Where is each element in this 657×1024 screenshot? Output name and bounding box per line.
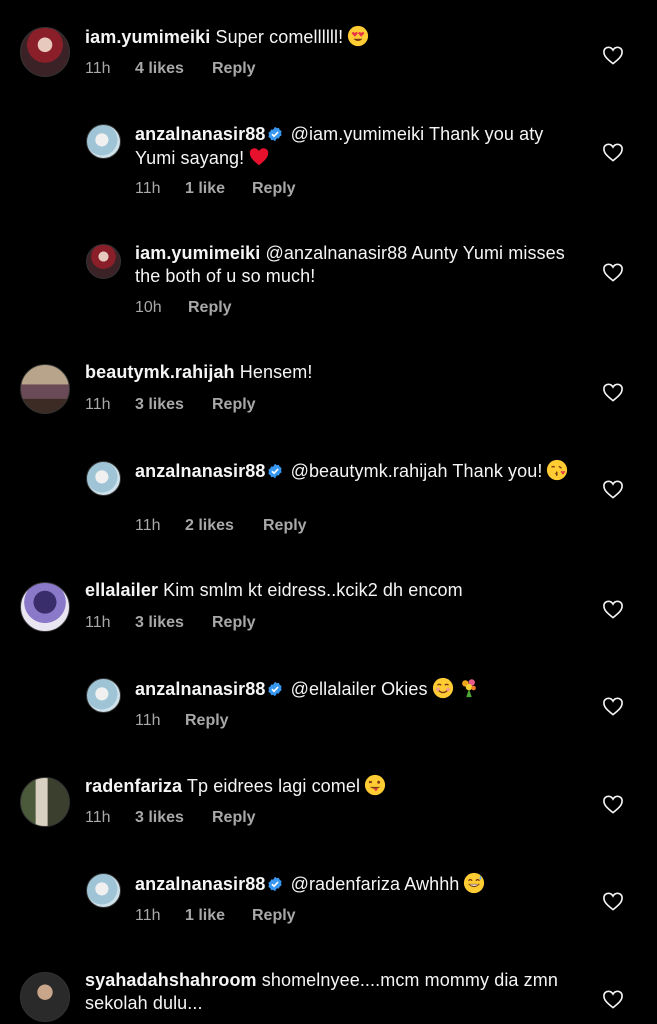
reply-button[interactable]: Reply — [212, 59, 256, 79]
reply-button[interactable]: Reply — [212, 613, 256, 633]
comment-text: anzalnanasir88 @iam.yumimeiki Thank you … — [135, 123, 585, 170]
verified-badge-icon — [268, 681, 283, 697]
avatar[interactable] — [20, 777, 70, 827]
comment-text: beautymk.rahijah Hensem! — [85, 361, 585, 384]
comment-username[interactable]: beautymk.rahijah — [85, 362, 235, 382]
winking-tongue-face-emoji-icon — [365, 774, 386, 796]
like-heart-icon[interactable] — [602, 262, 624, 282]
comment-username[interactable]: anzalnanasir88 — [135, 461, 265, 481]
comment-body: Tp eidrees lagi comel — [186, 776, 361, 796]
comment-username[interactable]: iam.yumimeiki — [85, 27, 210, 47]
comment-username[interactable]: syahadahshahroom — [85, 970, 257, 990]
comment-time: 11h — [135, 712, 161, 729]
comment-username[interactable]: anzalnanasir88 — [135, 874, 265, 894]
like-heart-icon[interactable] — [602, 599, 624, 619]
red-heart-emoji-icon — [250, 148, 269, 166]
likes-count[interactable]: 3 likes — [135, 613, 184, 633]
comment-body: @ellalailer Okies — [290, 679, 428, 699]
comment-body: Hensem! — [239, 362, 313, 382]
like-heart-icon[interactable] — [602, 891, 624, 911]
like-heart-icon[interactable] — [602, 696, 624, 716]
comment-text: anzalnanasir88 @ellalailer Okies — [135, 677, 585, 701]
reply-button[interactable]: Reply — [252, 179, 296, 199]
grinning-sweat-face-emoji-icon — [464, 872, 485, 894]
heart-eyes-emoji-icon — [348, 25, 369, 47]
avatar[interactable] — [20, 582, 70, 632]
comment-body: @beautymk.rahijah Thank you! — [290, 461, 543, 481]
avatar[interactable] — [86, 678, 121, 713]
reply-button[interactable]: Reply — [212, 395, 256, 415]
reply-button[interactable]: Reply — [252, 906, 296, 926]
comment-text: anzalnanasir88 @beautymk.rahijah Thank y… — [135, 459, 585, 483]
likes-count[interactable]: 1 like — [185, 906, 225, 926]
comment-username[interactable]: anzalnanasir88 — [135, 124, 265, 144]
comment-text: syahadahshahroom shomelnyee....mcm mommy… — [85, 969, 585, 1015]
comment-username[interactable]: radenfariza — [85, 776, 182, 796]
comment-time: 11h — [85, 396, 111, 413]
comment-body: @radenfariza Awhhh — [290, 874, 460, 894]
likes-count[interactable]: 3 likes — [135, 808, 184, 828]
comment-time: 10h — [135, 299, 162, 316]
like-heart-icon[interactable] — [602, 794, 624, 814]
like-heart-icon[interactable] — [602, 382, 624, 402]
comment-time: 11h — [85, 614, 111, 631]
reply-button[interactable]: Reply — [188, 298, 232, 318]
comment-text: radenfariza Tp eidrees lagi comel — [85, 774, 585, 798]
like-heart-icon[interactable] — [602, 45, 624, 65]
avatar[interactable] — [86, 124, 121, 159]
smiling-face-emoji-icon — [432, 677, 453, 699]
avatar[interactable] — [20, 972, 70, 1022]
like-heart-icon[interactable] — [602, 479, 624, 499]
comment-time: 11h — [135, 180, 161, 197]
likes-count[interactable]: 1 like — [185, 179, 225, 199]
avatar[interactable] — [86, 461, 121, 496]
comment-username[interactable]: ellalailer — [85, 580, 158, 600]
likes-count[interactable]: 2 likes — [185, 516, 234, 536]
comment-body: Kim smlm kt eidress..kcik2 dh encom — [163, 580, 463, 600]
avatar[interactable] — [86, 873, 121, 908]
verified-badge-icon — [268, 876, 283, 892]
verified-badge-icon — [268, 126, 283, 142]
like-heart-icon[interactable] — [602, 989, 624, 1009]
comment-username[interactable]: iam.yumimeiki — [135, 243, 260, 263]
avatar[interactable] — [20, 364, 70, 414]
avatar[interactable] — [20, 27, 70, 77]
comment-time: 11h — [85, 809, 111, 826]
bouquet-emoji-icon — [461, 679, 476, 698]
avatar[interactable] — [86, 244, 121, 279]
comment-time: 11h — [135, 517, 161, 534]
comment-text: anzalnanasir88 @radenfariza Awhhh — [135, 872, 585, 896]
reply-button[interactable]: Reply — [263, 516, 307, 536]
reply-button[interactable]: Reply — [185, 711, 229, 731]
likes-count[interactable]: 4 likes — [135, 59, 184, 79]
verified-badge-icon — [268, 463, 283, 479]
reply-button[interactable]: Reply — [212, 808, 256, 828]
comment-time: 11h — [135, 907, 161, 924]
kissing-face-emoji-icon — [547, 459, 568, 481]
like-heart-icon[interactable] — [602, 142, 624, 162]
likes-count[interactable]: 3 likes — [135, 395, 184, 415]
comment-text: ellalailer Kim smlm kt eidress..kcik2 dh… — [85, 579, 585, 602]
comment-body: Super comellllll! — [215, 27, 344, 47]
comment-text: iam.yumimeiki Super comellllll! — [85, 25, 585, 49]
comment-username[interactable]: anzalnanasir88 — [135, 679, 265, 699]
comment-time: 11h — [85, 60, 111, 77]
comment-text: iam.yumimeiki @anzalnanasir88 Aunty Yumi… — [135, 242, 585, 288]
